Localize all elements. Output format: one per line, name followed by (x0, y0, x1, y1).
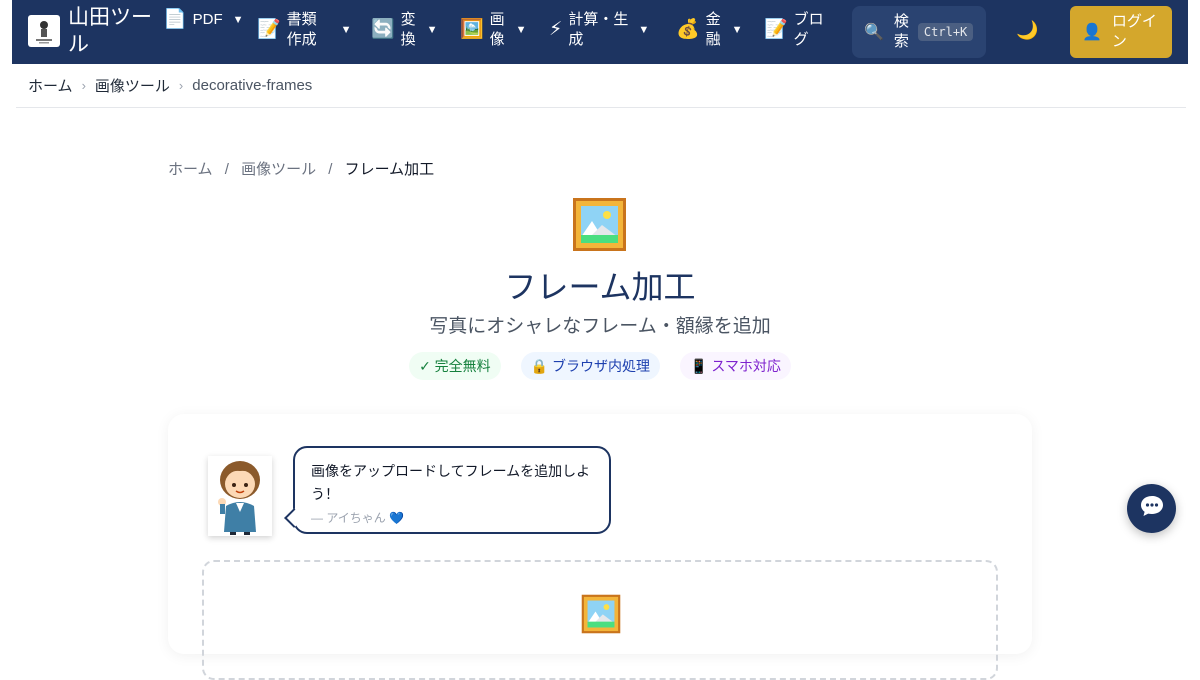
nav-image[interactable]: 🖼️ 画像 ▼ (460, 10, 527, 50)
document-icon: 📄 (163, 9, 187, 30)
framed-picture-icon (572, 197, 627, 252)
badge-free: ✓ 完全無料 (409, 352, 501, 380)
breadcrumb-separator: › (81, 78, 86, 93)
tool-card: 画像をアップロードしてフレームを追加しよう！ — アイちゃん 💙 (168, 414, 1032, 680)
page-subtitle: 写真にオシャレなフレーム・額縁を追加 (429, 316, 771, 337)
assistant-signature: — アイちゃん 💙 (311, 511, 405, 525)
mascot-avatar (208, 456, 272, 536)
chat-bubble-icon (1140, 495, 1164, 522)
nav-pdf[interactable]: 📄 PDF ▼ (163, 10, 244, 30)
chevron-down-icon: ▼ (515, 24, 527, 36)
nav-documents-label: 書類作成 (286, 11, 317, 48)
brand-logo (28, 15, 60, 47)
page-breadcrumb-current: フレーム加工 (344, 161, 435, 178)
chevron-down-icon: ▼ (232, 14, 244, 26)
breadcrumb-separator: › (178, 78, 184, 93)
badge-mobile: 📱 スマホ対応 (680, 352, 791, 380)
login-label: ログイン (1111, 13, 1157, 50)
chevron-down-icon: ▼ (426, 24, 438, 36)
breadcrumb-current: decorative-frames (192, 77, 313, 94)
search-icon: 🔍 (864, 24, 884, 41)
chevron-down-icon: ▼ (731, 24, 743, 36)
money-bag-icon: 💰 (676, 19, 700, 40)
memo-icon: 📝 (764, 19, 788, 40)
brand-name: 山田ツール (68, 6, 152, 56)
nav-blog[interactable]: 📝 ブログ (764, 10, 826, 50)
framed-picture-icon (581, 594, 621, 634)
chevron-down-icon: ▼ (340, 24, 352, 36)
chat-button[interactable] (1127, 484, 1176, 533)
nav-documents[interactable]: 📝 書類作成 ▼ (257, 10, 352, 50)
page-breadcrumb-image-tools[interactable]: 画像ツール (241, 161, 316, 178)
nav-calc[interactable]: ⚡ 計算・生成 ▼ (549, 10, 649, 50)
framed-picture-icon: 🖼️ (460, 19, 484, 40)
badge-browser-processing: 🔒 ブラウザ内処理 (520, 352, 661, 380)
breadcrumb-image-tools[interactable]: 画像ツール (95, 75, 170, 96)
login-button[interactable]: 👤 ログイン (1070, 6, 1172, 58)
top-navbar: 山田ツール 📄 PDF ▼ 📝 書類作成 ▼ 🔄 変換 ▼ 🖼️ 画像 ▼ ⚡ … (12, 0, 1188, 64)
nav-image-label: 画像 (489, 11, 505, 48)
breadcrumb-home[interactable]: ホーム (28, 75, 73, 96)
lightning-icon: ⚡ (549, 19, 563, 40)
moon-icon[interactable]: 🌙 (1016, 20, 1038, 41)
user-icon: 👤 (1082, 24, 1102, 41)
page-breadcrumb-separator: / (224, 161, 229, 178)
nav-convert-label: 変換 (400, 11, 416, 48)
page-breadcrumb-separator: / (328, 161, 333, 178)
search-label: 検索 (893, 13, 909, 50)
chevron-down-icon: ▼ (638, 24, 650, 36)
nav-pdf-label: PDF (192, 11, 223, 28)
breadcrumb: ホーム › 画像ツール › decorative-frames (16, 64, 1186, 108)
nav-finance-label: 金融 (705, 11, 721, 48)
nav-finance[interactable]: 💰 金融 ▼ (676, 10, 743, 50)
convert-icon: 🔄 (371, 19, 395, 40)
upload-dropzone[interactable] (202, 560, 998, 680)
memo-icon: 📝 (257, 19, 281, 40)
nav-calc-label: 計算・生成 (568, 11, 629, 48)
page-title: フレーム加工 (504, 269, 696, 305)
brand[interactable]: 山田ツール (28, 4, 154, 58)
search-shortcut: Ctrl+K (917, 23, 974, 41)
search-button[interactable]: 🔍 検索 Ctrl+K (852, 6, 986, 58)
page-breadcrumb: ホーム / 画像ツール / フレーム加工 (168, 158, 434, 179)
assistant-message: 画像をアップロードしてフレームを追加しよう！ (311, 463, 591, 502)
nav-blog-label: ブログ (793, 11, 824, 48)
page-breadcrumb-home[interactable]: ホーム (168, 161, 213, 178)
feature-badges: ✓ 完全無料 🔒 ブラウザ内処理 📱 スマホ対応 (0, 352, 1200, 380)
assistant-speech-bubble: 画像をアップロードしてフレームを追加しよう！ — アイちゃん 💙 (293, 446, 611, 534)
nav-convert[interactable]: 🔄 変換 ▼ (371, 10, 438, 50)
